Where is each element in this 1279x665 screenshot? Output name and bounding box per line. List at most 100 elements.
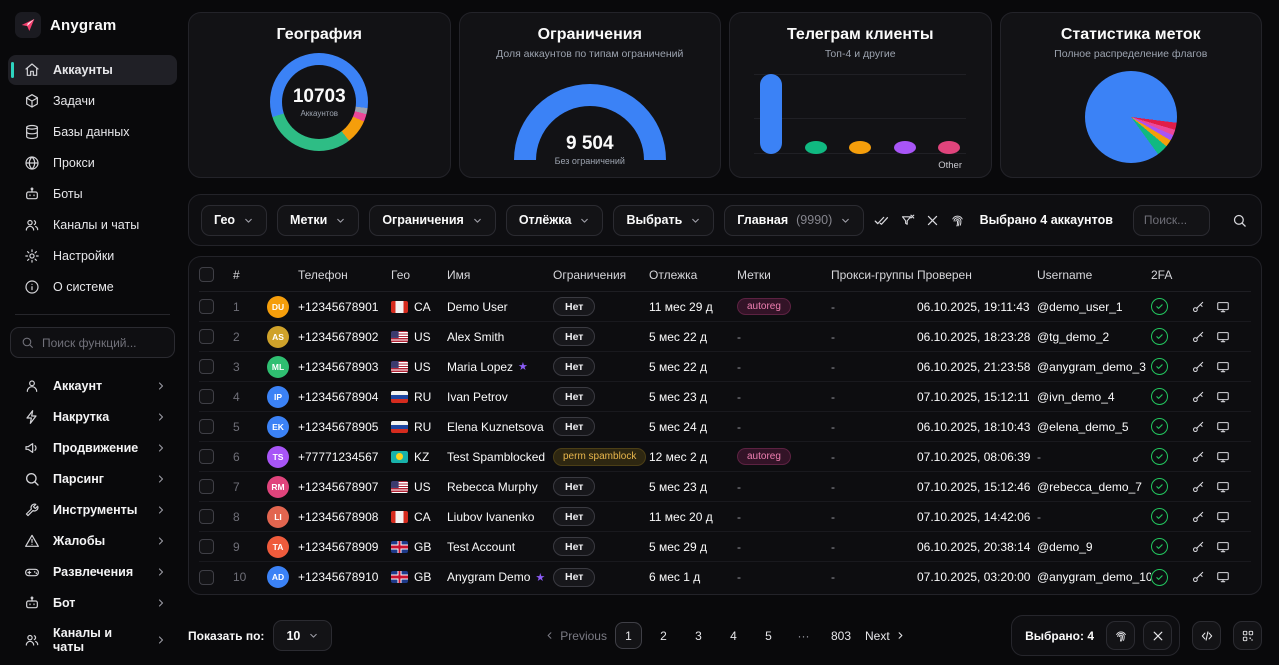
key-icon[interactable] (1191, 330, 1205, 344)
monitor-icon[interactable] (1216, 510, 1230, 524)
no-restrictions-caption: Без ограничений (554, 156, 625, 166)
cell-proxy: - (831, 360, 917, 374)
row-checkbox[interactable] (199, 539, 214, 554)
row-checkbox[interactable] (199, 509, 214, 524)
geography-donut-chart: 10703 Аккаунтов (270, 53, 369, 151)
qr-code-button[interactable] (1233, 621, 1262, 650)
page-button-4[interactable]: 4 (720, 622, 747, 649)
previous-page-button[interactable]: Previous (544, 629, 607, 643)
row-checkbox[interactable] (199, 299, 214, 314)
selection-fingerprint-button[interactable] (1106, 621, 1135, 650)
sidebar-search[interactable] (10, 327, 175, 358)
sidebar-item-proxy[interactable]: Прокси (8, 148, 177, 178)
search-submit-button[interactable] (1232, 206, 1247, 234)
phone-number: +12345678910 (298, 570, 379, 584)
filter-dropdown-restrictions[interactable]: Ограничения (369, 204, 496, 236)
page-size-select[interactable]: 10 (273, 620, 333, 651)
bot-icon (24, 186, 40, 202)
row-checkbox[interactable] (199, 389, 214, 404)
monitor-icon[interactable] (1216, 300, 1230, 314)
sidebar-group-complaints[interactable]: Жалобы (8, 525, 177, 556)
page-button-5[interactable]: 5 (755, 622, 782, 649)
code-view-button[interactable] (1192, 621, 1221, 650)
table-row[interactable]: 7 RM +12345678907 US Rebecca Murphy Нет 5 мес … (199, 472, 1251, 502)
table-row[interactable]: 1 DU +12345678901 CA Demo User Нет 11 мес 29 д… (199, 292, 1251, 322)
table-row[interactable]: 9 TA +12345678909 GB Test Account Нет 5 мес 29… (199, 532, 1251, 562)
filter-dropdown-select[interactable]: Выбрать (613, 204, 715, 236)
filter-dropdown-geo[interactable]: Гео (201, 204, 268, 236)
sidebar-group-scripts[interactable]: Скрипты (8, 661, 177, 665)
sidebar-item-about[interactable]: О системе (8, 272, 177, 302)
key-icon[interactable] (1191, 300, 1205, 314)
sidebar-item-channels[interactable]: Каналы и чаты (8, 210, 177, 240)
cell-actions (1191, 480, 1241, 494)
sidebar-group-tools[interactable]: Инструменты (8, 494, 177, 525)
sidebar-search-input[interactable] (42, 335, 164, 350)
chevron-right-icon (155, 566, 167, 578)
sidebar-item-accounts[interactable]: Аккаунты (8, 55, 177, 85)
sidebar-group-parsing[interactable]: Парсинг (8, 463, 177, 494)
key-icon[interactable] (1191, 420, 1205, 434)
table-row[interactable]: 10 AD +12345678910 GB Anygram Demo ★ Нет 6 мес … (199, 562, 1251, 592)
page-button-1[interactable]: 1 (614, 622, 642, 649)
key-icon[interactable] (1191, 360, 1205, 374)
sidebar-group-boost[interactable]: Накрутка (8, 401, 177, 432)
column-label: Проверен (917, 267, 972, 282)
sidebar-item-settings[interactable]: Настройки (8, 241, 177, 271)
key-icon[interactable] (1191, 510, 1205, 524)
row-checkbox[interactable] (199, 329, 214, 344)
filter-dropdown-main-db[interactable]: Главная (9990) (724, 204, 865, 236)
row-checkbox[interactable] (199, 569, 214, 585)
monitor-icon[interactable] (1216, 480, 1230, 494)
selection-clear-button[interactable] (1143, 621, 1172, 650)
sidebar-group-channels-chats[interactable]: Каналы и чаты (8, 618, 177, 661)
page-button-2[interactable]: 2 (650, 622, 677, 649)
sidebar-group-account[interactable]: Аккаунт (8, 370, 177, 401)
table-row[interactable]: 6 TS +77771234567 KZ Test Spamblocked perm sp… (199, 442, 1251, 472)
monitor-icon[interactable] (1216, 570, 1230, 584)
page-button-last[interactable]: 803 (825, 622, 857, 649)
table-search-input[interactable] (1143, 213, 1199, 227)
cell-geo: US (391, 360, 447, 374)
next-page-button[interactable]: Next (865, 629, 906, 643)
cell-restr: Нет (553, 357, 649, 376)
monitor-icon[interactable] (1216, 450, 1230, 464)
monitor-icon[interactable] (1216, 420, 1230, 434)
sidebar-item-bots[interactable]: Боты (8, 179, 177, 209)
table-row[interactable]: 2 AS +12345678902 US Alex Smith Нет 5 мес 22 д… (199, 322, 1251, 352)
sidebar-group-bot[interactable]: Бот (8, 587, 177, 618)
monitor-icon[interactable] (1216, 390, 1230, 404)
sidebar-item-label: Базы данных (53, 125, 130, 139)
clear-selection-button[interactable] (925, 206, 940, 234)
row-checkbox[interactable] (199, 449, 214, 464)
table-row[interactable]: 4 IP +12345678904 RU Ivan Petrov Нет 5 мес 23 … (199, 382, 1251, 412)
row-checkbox[interactable] (199, 419, 214, 434)
key-icon[interactable] (1191, 450, 1205, 464)
table-row[interactable]: 3 ML +12345678903 US Maria Lopez ★ Нет 5 мес 22… (199, 352, 1251, 382)
key-icon[interactable] (1191, 390, 1205, 404)
page-button-3[interactable]: 3 (685, 622, 712, 649)
filter-dropdown-tags[interactable]: Метки (277, 204, 360, 236)
key-icon[interactable] (1191, 570, 1205, 584)
row-checkbox[interactable] (199, 359, 214, 374)
table-row[interactable]: 5 EK +12345678905 RU Elena Kuznetsova Нет 5 ме… (199, 412, 1251, 442)
table-row[interactable]: 8 LI +12345678908 CA Liubov Ivanenko Нет 11 ме… (199, 502, 1251, 532)
monitor-icon[interactable] (1216, 330, 1230, 344)
filter-dropdown-idle[interactable]: Отлёжка (505, 204, 604, 236)
row-checkbox[interactable] (199, 479, 214, 494)
select-all-button[interactable] (874, 206, 889, 234)
sidebar-group-promotion[interactable]: Продвижение (8, 432, 177, 463)
table-search[interactable] (1132, 204, 1210, 236)
sidebar-group-entertainment[interactable]: Развлечения (8, 556, 177, 587)
sidebar-item-databases[interactable]: Базы данных (8, 117, 177, 147)
clear-filters-button[interactable] (900, 206, 915, 234)
select-all-checkbox[interactable] (199, 267, 214, 282)
monitor-icon[interactable] (1216, 540, 1230, 554)
monitor-icon[interactable] (1216, 360, 1230, 374)
key-icon[interactable] (1191, 540, 1205, 554)
key-icon[interactable] (1191, 480, 1205, 494)
search-icon (1232, 213, 1247, 228)
phone-number: +12345678904 (298, 389, 379, 404)
sidebar-item-tasks[interactable]: Задачи (8, 86, 177, 116)
fingerprint-button[interactable] (950, 206, 965, 234)
